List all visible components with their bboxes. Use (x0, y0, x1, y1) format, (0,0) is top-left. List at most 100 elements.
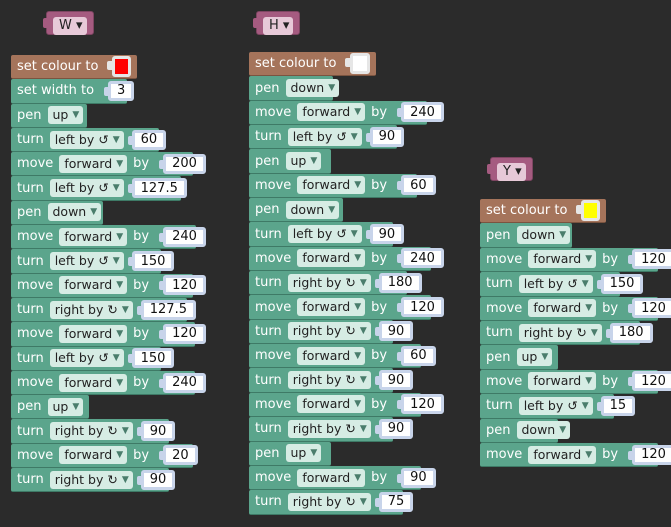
move-block[interactable]: move forward ▼ by 60 (249, 344, 436, 369)
pen-block[interactable]: pen down ▼ (11, 200, 103, 226)
number-input[interactable]: 120 (628, 249, 671, 270)
pen-block[interactable]: pen up ▼ (11, 103, 87, 128)
pen-state-dropdown[interactable]: up ▼ (47, 106, 84, 125)
move-block[interactable]: move forward ▼ by 120 (480, 296, 671, 321)
number-input[interactable]: 150 (596, 273, 644, 294)
pen-state-dropdown[interactable]: up ▼ (285, 152, 322, 171)
move-block[interactable]: move forward ▼ by 120 (480, 369, 671, 395)
procedure-name-dropdown[interactable]: Y ▾ (497, 163, 526, 181)
turn-block[interactable]: turn right by ↻ ▼ 180 (480, 320, 653, 346)
number-input[interactable]: 240 (397, 248, 444, 269)
number-input[interactable]: 15 (596, 395, 636, 416)
colour-swatch[interactable] (107, 56, 131, 78)
number-input[interactable]: 127.5 (127, 178, 187, 199)
blockly-workspace[interactable]: W ▾ H ▾ Y ▾ set colour to set width to 3 pe… (0, 0, 671, 527)
turn-block[interactable]: turn right by ↻ ▼ 90 (249, 417, 414, 442)
turn-block[interactable]: turn right by ↻ ▼ 90 (249, 368, 414, 393)
direction-dropdown[interactable]: forward ▼ (59, 373, 128, 392)
direction-dropdown[interactable]: forward ▼ (528, 445, 597, 464)
turn-direction-dropdown[interactable]: left by ↺ ▼ (518, 274, 593, 293)
pen-block[interactable]: pen up ▼ (11, 395, 89, 420)
number-input[interactable]: 75 (374, 491, 414, 512)
pen-block[interactable]: pen down ▼ (249, 198, 343, 223)
turn-direction-dropdown[interactable]: right by ↻ ▼ (287, 419, 371, 438)
turn-direction-dropdown[interactable]: right by ↻ ▼ (518, 323, 602, 342)
turn-direction-dropdown[interactable]: right by ↻ ▼ (287, 273, 371, 292)
direction-dropdown[interactable]: forward ▼ (528, 250, 597, 269)
number-input[interactable]: 120 (397, 297, 444, 318)
turn-direction-dropdown[interactable]: right by ↻ ▼ (287, 371, 371, 390)
move-block[interactable]: move forward ▼ by 240 (11, 370, 206, 396)
turn-block[interactable]: turn left by ↺ ▼ 15 (480, 394, 636, 419)
move-block[interactable]: move forward ▼ by 90 (249, 465, 436, 491)
number-input[interactable]: 240 (159, 372, 206, 393)
pen-state-dropdown[interactable]: down ▼ (516, 226, 571, 245)
number-input[interactable]: 60 (397, 345, 436, 366)
number-input[interactable]: 90 (136, 469, 176, 490)
turn-direction-dropdown[interactable]: left by ↺ ▼ (49, 349, 124, 368)
turn-block[interactable]: turn left by ↺ ▼ 150 (11, 249, 175, 274)
turn-direction-dropdown[interactable]: left by ↺ ▼ (49, 130, 124, 149)
turn-block[interactable]: turn right by ↻ ▼ 127.5 (11, 297, 196, 323)
direction-dropdown[interactable]: forward ▼ (59, 276, 128, 295)
number-input[interactable]: 150 (127, 251, 175, 272)
number-input[interactable]: 240 (397, 102, 444, 123)
number-input[interactable]: 90 (374, 370, 414, 391)
turn-direction-dropdown[interactable]: right by ↻ ▼ (49, 300, 133, 319)
direction-dropdown[interactable]: forward ▼ (297, 103, 366, 122)
set-colour-block[interactable]: set colour to (480, 199, 606, 224)
turn-direction-dropdown[interactable]: left by ↺ ▼ (518, 396, 593, 415)
number-input[interactable]: 120 (628, 371, 671, 392)
procedure-name-dropdown[interactable]: H ▾ (263, 17, 294, 35)
pen-block[interactable]: pen up ▼ (249, 441, 331, 466)
pen-state-dropdown[interactable]: up ▼ (47, 397, 84, 416)
turn-block[interactable]: turn right by ↻ ▼ 90 (11, 468, 176, 493)
pen-block[interactable]: pen down ▼ (249, 76, 340, 101)
direction-dropdown[interactable]: forward ▼ (59, 446, 128, 465)
block-stack-w[interactable]: set colour to set width to 3 pen up ▼ turn left… (11, 55, 206, 493)
number-input[interactable]: 60 (397, 175, 436, 196)
number-input[interactable]: 180 (374, 272, 422, 293)
number-input[interactable]: 200 (159, 153, 206, 174)
direction-dropdown[interactable]: forward ▼ (297, 346, 366, 365)
procedure-call-h[interactable]: H ▾ (253, 11, 301, 35)
number-input[interactable]: 60 (127, 129, 167, 150)
turn-direction-dropdown[interactable]: right by ↻ ▼ (287, 492, 371, 511)
number-input[interactable]: 120 (628, 444, 671, 465)
pen-state-dropdown[interactable]: down ▼ (285, 200, 340, 219)
pen-state-dropdown[interactable]: up ▼ (285, 444, 322, 463)
number-input[interactable]: 120 (628, 298, 671, 319)
block-stack-h[interactable]: set colour to pen down ▼ move forward ▼ by 240 tu… (249, 52, 444, 515)
turn-direction-dropdown[interactable]: left by ↺ ▼ (49, 179, 124, 198)
set-colour-block[interactable]: set colour to (11, 55, 137, 80)
number-input[interactable]: 90 (374, 418, 414, 439)
move-block[interactable]: move forward ▼ by 120 (11, 273, 206, 298)
turn-direction-dropdown[interactable]: right by ↻ ▼ (287, 322, 371, 341)
procedure-name-dropdown[interactable]: W ▾ (53, 17, 87, 35)
pen-block[interactable]: pen down ▼ (480, 418, 571, 443)
number-input[interactable]: 90 (374, 321, 414, 342)
direction-dropdown[interactable]: forward ▼ (59, 154, 128, 173)
pen-state-dropdown[interactable]: down ▼ (285, 79, 340, 98)
number-input[interactable]: 120 (159, 323, 206, 344)
turn-block[interactable]: turn right by ↻ ▼ 75 (249, 490, 414, 515)
turn-direction-dropdown[interactable]: right by ↻ ▼ (49, 470, 133, 489)
pen-state-dropdown[interactable]: up ▼ (516, 348, 553, 367)
pen-state-dropdown[interactable]: down ▼ (516, 421, 571, 440)
turn-block[interactable]: turn right by ↻ ▼ 90 (11, 419, 176, 444)
colour-swatch[interactable] (576, 200, 600, 222)
procedure-call-w[interactable]: W ▾ (43, 11, 94, 35)
pen-block[interactable]: pen up ▼ (249, 149, 331, 174)
number-input[interactable]: 120 (397, 394, 444, 415)
number-input[interactable]: 90 (397, 467, 436, 488)
number-input[interactable]: 180 (605, 322, 653, 343)
turn-block[interactable]: turn left by ↺ ▼ 90 (249, 125, 405, 150)
move-block[interactable]: move forward ▼ by 120 (480, 247, 671, 273)
set-width-block[interactable]: set width to 3 (11, 79, 135, 104)
number-input[interactable]: 150 (127, 348, 175, 369)
number-input[interactable]: 240 (159, 226, 206, 247)
direction-dropdown[interactable]: forward ▼ (297, 249, 366, 268)
direction-dropdown[interactable]: forward ▼ (59, 227, 128, 246)
turn-block[interactable]: turn left by ↺ ▼ 150 (11, 346, 175, 371)
direction-dropdown[interactable]: forward ▼ (297, 468, 366, 487)
